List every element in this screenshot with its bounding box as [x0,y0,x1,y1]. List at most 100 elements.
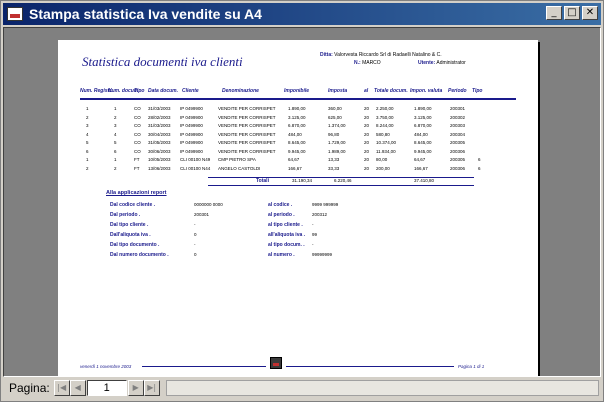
table-cell: 11.934,00 [376,148,396,154]
table-cell: 1 [114,106,117,111]
table-cell: 200301 [450,106,466,111]
filter-value-to: 99 [312,232,318,237]
last-page-button[interactable]: ▶| [143,380,160,396]
filter-value-to: 99999999 [312,252,333,257]
table-cell: 200,00 [376,165,390,171]
column-header: Periodo [448,88,467,94]
nr-line: N.: MARCO [354,60,381,66]
report-page: Statistica documenti iva clienti Ditta: … [58,40,538,376]
table-cell: 200305 [450,140,466,145]
table-row: 6 6 CO 30/06/2003 IP 0499900 VENDITE PER CORR… [58,149,538,156]
footer-logo-icon [270,357,282,369]
table-cell: 8.244,00 [376,123,394,128]
table-row: 4 4 CO 30/04/2003 IP 0499900 VENDITE PER CORR… [58,132,538,139]
close-button[interactable]: ✕ [582,6,598,20]
table-cell: CO [134,131,141,137]
table-cell: CO [134,148,141,154]
filter-label-to: al codice . [268,202,293,208]
table-cell: 20 [364,157,370,162]
table-cell: 9.945,00 [414,148,432,154]
table-cell: 10/05/2003 [148,157,171,162]
filter-value: - [194,242,196,247]
prev-page-button[interactable]: ◀ [69,380,86,396]
table-cell: CO [134,123,141,128]
table-cell: 1.890,00 [414,106,432,111]
table-row: 1 1 FT 10/05/2003 CLI 00100 N49 CMP PIETRO SP… [58,157,538,164]
table-cell: 8.645,00 [414,140,432,145]
table-cell: 2 [86,114,89,120]
table-cell: VENDITE PER CORRISPET [218,114,276,120]
filter-label: Dall'aliquota iva . [110,232,151,238]
filter-label: Dal tipo cliente . [110,222,149,228]
table-cell: 200305 [450,157,466,162]
filter-value-to: - [312,222,314,227]
navigation-bar: Pagina: |◀ ◀ ▶ ▶| [3,377,601,399]
preview-area[interactable]: Statistica documenti iva clienti Ditta: … [3,27,601,377]
table-cell: 200306 [450,148,466,154]
first-page-button[interactable]: |◀ [53,380,70,396]
table-cell: CO [134,106,141,111]
table-cell: CO [134,140,141,145]
table-cell: 10.374,00 [376,140,397,145]
total-documento: 37.410,80 [414,178,435,183]
column-header: Imposta [328,88,348,94]
table-cell: 4 [86,131,89,137]
table-cell: VENDITE PER CORRISPET [218,106,276,111]
table-cell: 1 [114,157,117,162]
table-cell: CLI 00100 N49 [180,157,211,162]
table-cell: IP 0499900 [180,148,203,154]
table-cell: 6.870,00 [414,123,432,128]
table-cell: 1 [86,106,89,111]
table-cell: 33,33 [328,165,340,171]
table-cell: VENDITE PER CORRISPET [218,131,276,137]
filter-label: Dal codice cliente . [110,202,156,208]
filter-label-to: al periodo . [268,212,295,218]
report-window: Stampa statistica Iva vendite su A4 _ □ … [0,0,604,402]
next-page-button[interactable]: ▶ [127,380,144,396]
page-number-input[interactable] [86,380,127,396]
minimize-button[interactable]: _ [546,6,562,20]
column-header: Imponibile [284,88,309,94]
window-title: Stampa statistica Iva vendite su A4 [29,6,262,22]
table-cell: 5 [86,140,89,145]
table-cell: 20 [364,123,370,128]
table-cell: ANGELO CASTOLDI [218,165,261,171]
table-cell: 3.125,00 [414,114,432,120]
table-cell: IP 0499900 [180,123,203,128]
table-cell: 3 [114,123,117,128]
total-imposta: 6.220,46 [334,178,352,183]
filters-title: Alla applicazioni report [106,190,167,196]
table-cell-tipo: 6 [478,165,481,171]
filter-label: Dal periodo . [110,212,141,218]
app-icon[interactable] [7,7,23,21]
column-header: Tipo [472,88,483,94]
filter-label-to: al tipo docum. . [268,242,305,248]
maximize-button[interactable]: □ [564,6,580,20]
column-header: Tipo [134,88,145,94]
filter-label: Dal numero documento . [110,252,169,258]
table-row: 2 2 FT 13/06/2003 CLI 00100 N44 ANGELO CASTOL… [58,166,538,173]
table-cell: 8.645,00 [288,140,306,145]
column-header: al [364,88,369,94]
title-bar[interactable]: Stampa statistica Iva vendite su A4 _ □ … [3,3,601,25]
column-header: Cliente [182,88,199,94]
horizontal-scrollbar[interactable] [165,380,599,396]
table-cell: IP 0499900 [180,140,203,145]
table-cell: 200304 [450,131,466,137]
table-row: 3 3 CO 31/03/2003 IP 0499900 VENDITE PER CORR… [58,123,538,130]
table-cell: 64,67 [288,157,300,162]
totals-label: Totali [256,178,269,184]
table-cell: 31/03/2003 [148,106,171,111]
footer-rule-right [286,366,454,367]
table-cell: 484,00 [414,131,428,137]
table-cell: 13/06/2003 [148,165,171,171]
table-cell: 96,80 [328,131,340,137]
company-line: Ditta: Valorvesta Riccardo Srl di Radael… [320,52,442,58]
table-cell: 6 [86,148,89,154]
table-cell: IP 0499900 [180,106,203,111]
table-cell-tipo: 6 [478,157,481,162]
filter-value: - [194,222,196,227]
filter-value-to: 200312 [312,212,328,217]
filter-value: 200301 [194,212,210,217]
column-header: Denominazione [222,88,259,94]
